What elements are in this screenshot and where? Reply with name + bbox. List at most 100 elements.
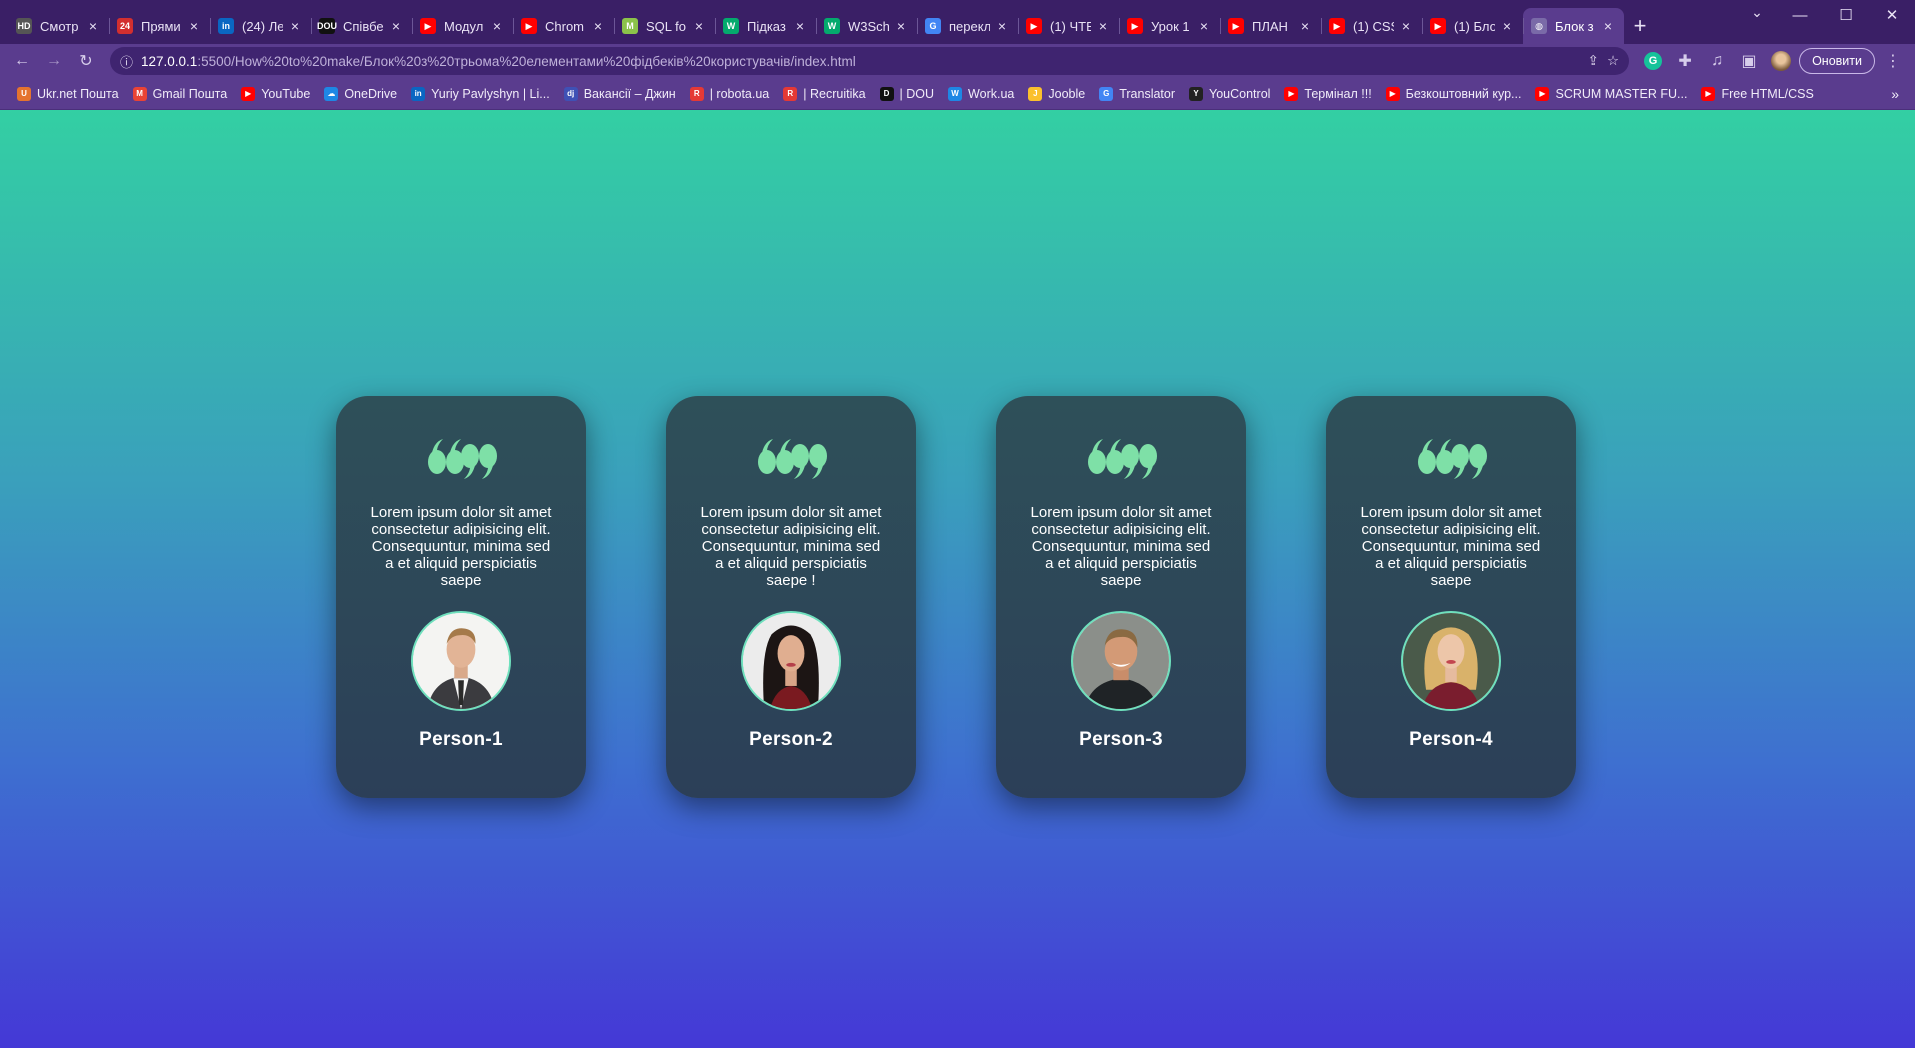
browser-tab[interactable]: Gперекл × xyxy=(917,8,1018,44)
bookmark-item[interactable]: W Work.ua xyxy=(941,81,1021,107)
bookmark-item[interactable]: D | DOU xyxy=(873,81,942,107)
bookmark-item[interactable]: R | Recruitika xyxy=(776,81,872,107)
tab-close-icon[interactable]: × xyxy=(1297,18,1313,34)
reload-icon[interactable]: ↻ xyxy=(72,47,100,75)
menu-kebab-icon[interactable]: ⋮ xyxy=(1879,47,1907,75)
browser-tab[interactable]: ▶ Урок 1 × xyxy=(1119,8,1220,44)
google-icon: G xyxy=(925,18,941,34)
site-info-icon[interactable]: ⓘ xyxy=(120,52,133,71)
bookmark-list: U Ukr.net Пошта M Gmail Пошта ▶ YouTube ☁ OneDr… xyxy=(10,81,1821,107)
tab-title: (1) ЧТЕ xyxy=(1050,18,1091,34)
tab-strip: HD Смотр × 24 Прями × in (24) Ле × DOU Співбе × ▶ Мод… xyxy=(0,0,1915,44)
tab-title: Прями xyxy=(141,18,181,34)
new-tab-button[interactable]: + xyxy=(1624,8,1656,44)
browser-tab[interactable]: 24 Прями × xyxy=(109,8,210,44)
tab-close-icon[interactable]: × xyxy=(994,18,1010,34)
bookmark-item[interactable]: ▶ Безкоштовний кур... xyxy=(1379,81,1529,107)
bookmark-item[interactable]: U Ukr.net Пошта xyxy=(10,81,126,107)
bookmark-item[interactable]: ▶ Free HTML/CSS xyxy=(1694,81,1820,107)
bookmark-item[interactable]: in Yuriy Pavlyshyn | Li... xyxy=(404,81,557,107)
bookmark-item[interactable]: ▶ Термінал !!! xyxy=(1277,81,1378,107)
tab-close-icon[interactable]: × xyxy=(1600,18,1616,34)
testimonial-text: Lorem ipsum dolor sit amet consectetur a… xyxy=(370,504,552,589)
bookmark-item[interactable]: J Jooble xyxy=(1021,81,1092,107)
youtube-icon: ▶ xyxy=(521,18,537,34)
browser-tab[interactable]: ▶ (1) ЧТЕ × xyxy=(1018,8,1119,44)
bookmark-label: YouTube xyxy=(261,86,311,101)
quote-icon xyxy=(428,439,497,479)
youtube-icon: ▶ xyxy=(1329,18,1345,34)
tab-close-icon[interactable]: × xyxy=(489,18,505,34)
extensions-puzzle-icon[interactable]: ✚ xyxy=(1671,47,1699,75)
avatar-woman-dark-hair-portrait xyxy=(741,611,841,711)
tab-title: (24) Ле xyxy=(242,18,283,34)
tab-close-icon[interactable]: × xyxy=(792,18,808,34)
back-arrow-icon[interactable]: ← xyxy=(8,47,36,75)
media-control-icon[interactable]: ♫ xyxy=(1703,47,1731,75)
browser-tab[interactable]: DOU Співбе × xyxy=(311,8,412,44)
tab-title: (1) CSS xyxy=(1353,18,1394,34)
browser-tab[interactable]: ▶ (1) Бло × xyxy=(1422,8,1523,44)
tab-close-icon[interactable]: × xyxy=(893,18,909,34)
share-icon[interactable]: ⇪ xyxy=(1588,53,1599,69)
w3-icon: W xyxy=(723,18,739,34)
24-icon: 24 xyxy=(117,18,133,34)
update-button[interactable]: Оновити xyxy=(1799,48,1875,74)
bookmark-label: Gmail Пошта xyxy=(152,86,228,101)
tab-close-icon[interactable]: × xyxy=(1398,18,1414,34)
forward-arrow-icon[interactable]: → xyxy=(40,47,68,75)
browser-tab[interactable]: ▶ Модул × xyxy=(412,8,513,44)
tab-close-icon[interactable]: × xyxy=(388,18,404,34)
youtube-icon: ▶ xyxy=(1026,18,1042,34)
bookmark-item[interactable]: ☁ OneDrive xyxy=(317,81,404,107)
close-window-icon[interactable]: ✕ xyxy=(1869,0,1915,30)
tab-title: W3Sch xyxy=(848,18,889,34)
bookmark-item[interactable]: Y YouControl xyxy=(1182,81,1277,107)
bookmark-item[interactable]: R | robota.ua xyxy=(683,81,777,107)
browser-tab[interactable]: ▶ (1) CSS× xyxy=(1321,8,1422,44)
browser-tab[interactable]: ▶ ПЛАН × xyxy=(1220,8,1321,44)
youtube-icon: ▶ xyxy=(1701,86,1716,101)
minimize-icon[interactable]: — xyxy=(1777,0,1823,30)
google-icon: G xyxy=(1099,86,1114,101)
tab-close-icon[interactable]: × xyxy=(590,18,606,34)
bookmark-item[interactable]: M Gmail Пошта xyxy=(126,81,235,107)
tab-close-icon[interactable]: × xyxy=(287,18,303,34)
bookmark-item[interactable]: ▶ SCRUM MASTER FU... xyxy=(1528,81,1694,107)
browser-tab[interactable]: in (24) Ле × xyxy=(210,8,311,44)
tab-close-icon[interactable]: × xyxy=(186,18,202,34)
testimonial-card-1: Lorem ipsum dolor sit amet consectetur a… xyxy=(336,396,586,798)
profile-avatar[interactable] xyxy=(1767,47,1795,75)
browser-tab[interactable]: W Підказ × xyxy=(715,8,816,44)
browser-tab[interactable]: HD Смотр × xyxy=(8,8,109,44)
robota-icon: R xyxy=(689,86,704,101)
maximize-icon[interactable]: ☐ xyxy=(1823,0,1869,30)
bookmark-item[interactable]: dj Вакансії – Джин xyxy=(557,81,683,107)
tab-list: HD Смотр × 24 Прями × in (24) Ле × DOU Співбе × ▶ Мод… xyxy=(8,8,1624,44)
bookmarks-overflow-icon[interactable]: » xyxy=(1891,86,1905,102)
testimonial-card-2: Lorem ipsum dolor sit amet consectetur a… xyxy=(666,396,916,798)
address-bar[interactable]: ⓘ 127.0.0.1:5500/How%20to%20make/Блок%20… xyxy=(110,47,1630,75)
tab-title: Смотр xyxy=(40,18,79,34)
tab-close-icon[interactable]: × xyxy=(1499,18,1515,34)
bookmark-star-icon[interactable]: ☆ xyxy=(1607,53,1619,69)
tab-search-chevron-icon[interactable]: ⌄ xyxy=(1743,4,1771,21)
tab-title: Підказ xyxy=(747,18,786,34)
grammarly-extension-icon[interactable]: G xyxy=(1639,47,1667,75)
youtube-icon: ▶ xyxy=(1284,86,1299,101)
bookmark-item[interactable]: ▶ YouTube xyxy=(234,81,317,107)
tab-title: SQL fo xyxy=(646,18,686,34)
browser-tab[interactable]: ◍ Блок з × xyxy=(1523,8,1624,44)
tab-close-icon[interactable]: × xyxy=(1196,18,1212,34)
tab-close-icon[interactable]: × xyxy=(85,18,101,34)
browser-tab[interactable]: W W3Sch × xyxy=(816,8,917,44)
page-viewport: Lorem ipsum dolor sit amet consectetur a… xyxy=(0,110,1915,1048)
ukrnet-icon: U xyxy=(17,86,31,101)
url-text[interactable]: 127.0.0.1:5500/How%20to%20make/Блок%20з%… xyxy=(141,54,1580,69)
browser-tab[interactable]: ▶ Chrom × xyxy=(513,8,614,44)
tab-close-icon[interactable]: × xyxy=(691,18,707,34)
browser-tab[interactable]: M SQL fo × xyxy=(614,8,715,44)
bookmark-item[interactable]: G Translator xyxy=(1092,81,1182,107)
side-panel-icon[interactable]: ▣ xyxy=(1735,47,1763,75)
tab-close-icon[interactable]: × xyxy=(1095,18,1111,34)
